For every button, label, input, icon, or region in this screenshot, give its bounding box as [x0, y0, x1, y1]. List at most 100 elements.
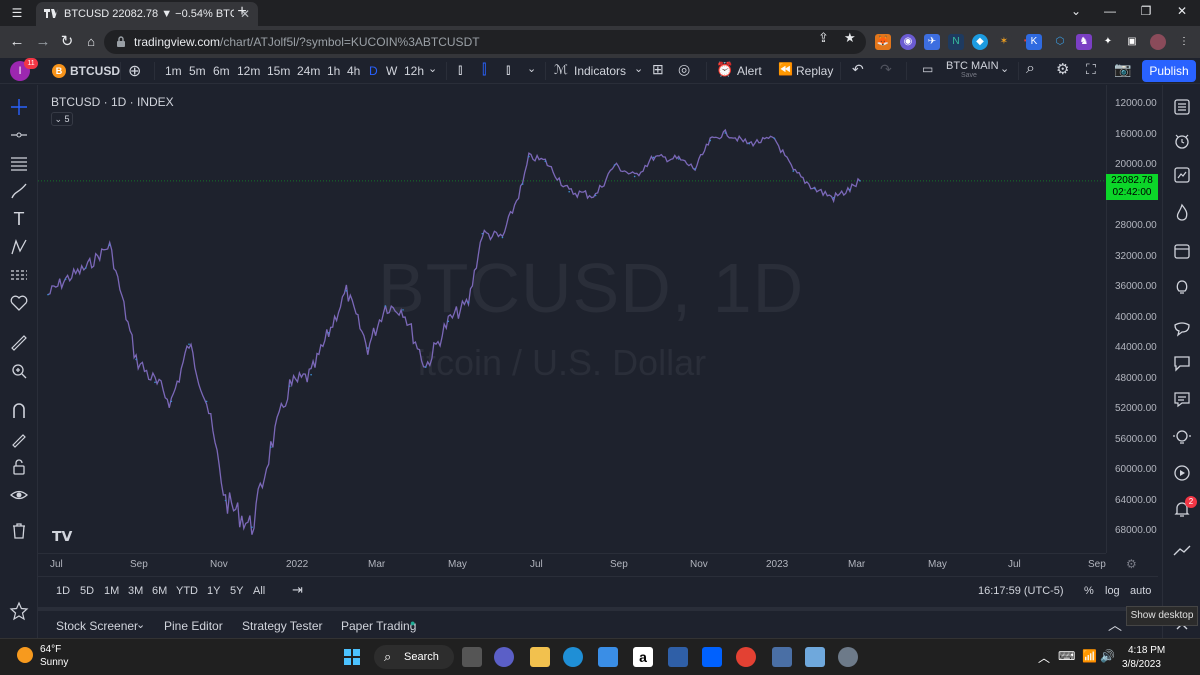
forward-icon[interactable]: →: [34, 33, 52, 51]
extension-icon-2[interactable]: ◉: [900, 34, 916, 50]
interval-4h[interactable]: 4h: [347, 64, 360, 78]
magnet-icon[interactable]: [9, 401, 29, 421]
data-window-icon[interactable]: [1172, 165, 1192, 185]
range-6M[interactable]: 6M: [152, 585, 167, 597]
calendar-icon[interactable]: [1172, 241, 1192, 261]
task-view-icon[interactable]: [462, 647, 482, 667]
hollow-candles-icon[interactable]: ⫾: [506, 61, 510, 78]
edge-browser-icon[interactable]: [563, 647, 583, 667]
notes-icon[interactable]: [1172, 389, 1192, 409]
time-axis[interactable]: ⚙ Jul Sep Nov 2022 Mar May Jul Sep Nov 2023 Mar May…: [38, 553, 1137, 575]
interval-12m[interactable]: 12m: [237, 64, 260, 78]
axis-settings-icon[interactable]: ⚙: [1126, 557, 1137, 571]
close-window-icon[interactable]: ✕: [1172, 4, 1192, 18]
chrome-icon[interactable]: [736, 647, 756, 667]
fib-retracement-icon[interactable]: [9, 153, 29, 173]
store-icon[interactable]: [668, 647, 688, 667]
reload-icon[interactable]: ↻: [58, 33, 76, 51]
dropbox-icon[interactable]: [702, 647, 722, 667]
heart-icon[interactable]: [9, 293, 29, 313]
templates-icon[interactable]: ◎: [678, 61, 690, 78]
extension-icon-9[interactable]: ♞: [1076, 34, 1092, 50]
interval-W[interactable]: W: [386, 64, 397, 78]
go-to-date-icon[interactable]: ⇥: [292, 582, 303, 598]
amazon-icon[interactable]: a: [633, 647, 653, 667]
windows-start-icon[interactable]: [342, 647, 362, 667]
redo-icon[interactable]: ↷: [880, 61, 892, 78]
compare-symbol-icon[interactable]: ⊕: [128, 61, 141, 81]
extension-icon-8[interactable]: ⬡: [1052, 34, 1068, 50]
alerts-clock-icon[interactable]: [1172, 131, 1192, 151]
settings-gear-icon[interactable]: [838, 647, 858, 667]
symbol-search-button[interactable]: BTCUSD: [70, 64, 120, 78]
wifi-icon[interactable]: 📶: [1082, 649, 1097, 663]
range-5D[interactable]: 5D: [80, 585, 94, 597]
tab-pine-editor[interactable]: Pine Editor: [164, 619, 223, 633]
tab-stock-screener[interactable]: Stock Screener: [56, 619, 138, 633]
indicators-dropdown-icon[interactable]: ⌄: [634, 62, 643, 75]
url-input[interactable]: tradingview.com/chart/ATJolf5l/?symbol=K…: [104, 30, 866, 54]
sun-weather-icon[interactable]: [17, 647, 33, 663]
ideas-lightbulb-icon[interactable]: [1172, 277, 1192, 297]
interval-1h[interactable]: 1h: [327, 64, 340, 78]
app-window-icon[interactable]: [805, 647, 825, 667]
range-YTD[interactable]: YTD: [176, 585, 198, 597]
layout-grid-icon[interactable]: ⊞: [652, 61, 664, 78]
auto-scale-toggle[interactable]: auto: [1130, 585, 1151, 597]
range-3M[interactable]: 3M: [128, 585, 143, 597]
star-favorites-icon[interactable]: [9, 601, 29, 621]
taskbar-time[interactable]: 4:18 PM: [1128, 645, 1165, 656]
eye-icon[interactable]: [9, 485, 29, 505]
extension-icon-3[interactable]: ✈: [924, 34, 940, 50]
interval-6m[interactable]: 6m: [213, 64, 230, 78]
calculator-icon[interactable]: [772, 647, 792, 667]
fullscreen-icon[interactable]: ⛶: [1086, 61, 1096, 78]
maximize-icon[interactable]: ❐: [1136, 4, 1156, 18]
back-icon[interactable]: ←: [8, 33, 26, 51]
bars-style-icon[interactable]: ⫾: [458, 61, 462, 78]
timezone-clock[interactable]: 16:17:59 (UTC-5): [978, 585, 1064, 597]
undo-icon[interactable]: ↶: [852, 61, 864, 78]
tray-chevron-up-icon[interactable]: ︿: [1038, 649, 1050, 666]
tab-paper-trading[interactable]: Paper Trading: [341, 619, 416, 633]
keyboard-icon[interactable]: ⌨: [1058, 649, 1075, 663]
trash-icon[interactable]: [9, 521, 29, 541]
candles-style-icon[interactable]: ⫿: [482, 61, 486, 78]
alert-button[interactable]: Alert: [737, 64, 762, 78]
trend-line-icon[interactable]: [9, 125, 29, 145]
indicators-button[interactable]: Indicators: [574, 64, 626, 78]
extension-icon-k[interactable]: K: [1026, 34, 1042, 50]
browser-menu-icon[interactable]: ⋮: [1176, 34, 1192, 50]
home-icon[interactable]: ⌂: [82, 33, 100, 51]
metamask-extension-icon[interactable]: 🦊: [875, 34, 891, 50]
range-1Y[interactable]: 1Y: [207, 585, 220, 597]
chats-icon[interactable]: [1172, 319, 1192, 339]
profile-avatar[interactable]: [1150, 34, 1166, 50]
sidepanel-icon[interactable]: ▣: [1124, 34, 1140, 50]
help-lightbulb-icon[interactable]: [1172, 427, 1192, 447]
extension-icon-4[interactable]: N: [948, 34, 964, 50]
lock-icon[interactable]: [9, 457, 29, 477]
taskbar-search-box[interactable]: ⌕ Search: [374, 645, 454, 669]
zoom-in-icon[interactable]: [9, 361, 29, 381]
chart-type-dropdown-icon[interactable]: ⌄: [527, 62, 536, 75]
mail-icon[interactable]: [598, 647, 618, 667]
range-1D[interactable]: 1D: [56, 585, 70, 597]
file-explorer-icon[interactable]: [530, 647, 550, 667]
price-axis[interactable]: 12000.0016000.0020000.0024000.0028000.00…: [1106, 85, 1158, 553]
weather-condition[interactable]: Sunny: [40, 657, 68, 668]
ruler-icon[interactable]: [9, 333, 29, 353]
volume-icon[interactable]: 🔊: [1100, 649, 1115, 663]
settings-gear-icon[interactable]: ⚙: [1056, 60, 1069, 78]
publish-button[interactable]: Publish: [1142, 60, 1196, 82]
trading-panel-icon[interactable]: [1172, 541, 1192, 561]
share-icon[interactable]: ⇪: [818, 30, 829, 46]
taskbar-date[interactable]: 3/8/2023: [1122, 659, 1161, 670]
percent-scale-toggle[interactable]: %: [1084, 585, 1094, 597]
screener-dropdown-icon[interactable]: ⌄: [136, 618, 145, 631]
log-scale-toggle[interactable]: log: [1105, 585, 1120, 597]
lock-drawings-pencil-icon[interactable]: [9, 429, 29, 449]
interval-D[interactable]: D: [369, 64, 378, 78]
price-chart[interactable]: [38, 85, 1106, 553]
panel-expand-icon[interactable]: ︿: [1108, 615, 1122, 635]
